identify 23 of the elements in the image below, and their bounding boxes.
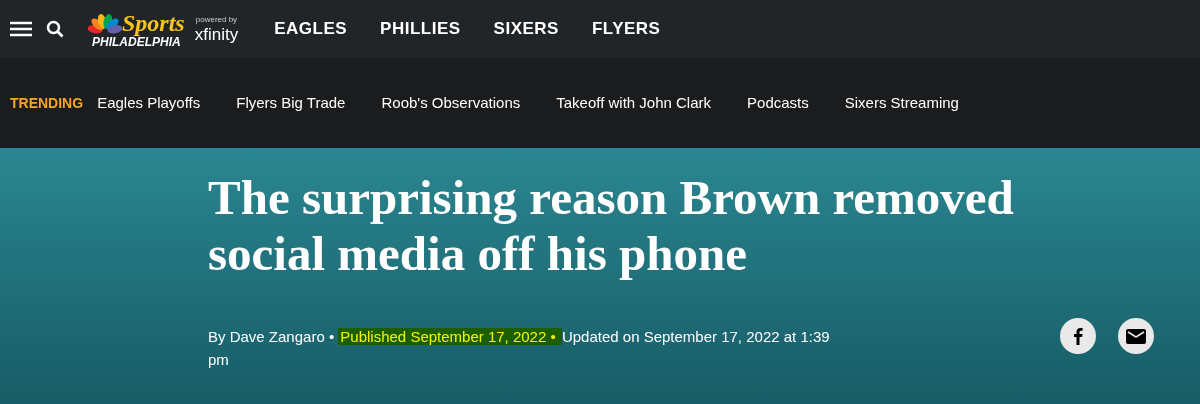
menu-icon[interactable] [10, 21, 32, 37]
headline: The surprising reason Brown removed social media off his phone [208, 170, 1015, 282]
trending-link[interactable]: Takeoff with John Clark [556, 91, 712, 115]
email-share-button[interactable] [1118, 318, 1154, 354]
facebook-icon [1073, 327, 1083, 345]
nav-link[interactable]: SIXERS [493, 16, 559, 42]
logo-wordmark: Sports [122, 10, 185, 35]
byline: By Dave Zangaro • Published September 17, 2022 • Updated on September 17, 2022 at 1:39 pm [208, 327, 831, 370]
facebook-share-button[interactable] [1060, 318, 1096, 354]
trending-link[interactable]: Eagles Playoffs [97, 91, 201, 115]
partner-name: xfinity [194, 25, 239, 43]
nav-link[interactable]: FLYERS [591, 16, 661, 42]
nav-link[interactable]: PHILLIES [380, 16, 461, 42]
powered-by-label: powered by [195, 15, 238, 24]
nav-link[interactable]: EAGLES [274, 16, 348, 42]
trending-label: TRENDING [10, 93, 84, 113]
search-icon[interactable] [46, 20, 64, 38]
trending-link[interactable]: Flyers Big Trade [236, 91, 346, 115]
logo-city: PHILADELPHIA [92, 35, 181, 48]
trending-link[interactable]: Podcasts [747, 91, 809, 115]
trending-link[interactable]: Roob's Observations [381, 91, 521, 115]
envelope-icon [1126, 328, 1146, 344]
trending-link[interactable]: Sixers Streaming [844, 91, 959, 115]
